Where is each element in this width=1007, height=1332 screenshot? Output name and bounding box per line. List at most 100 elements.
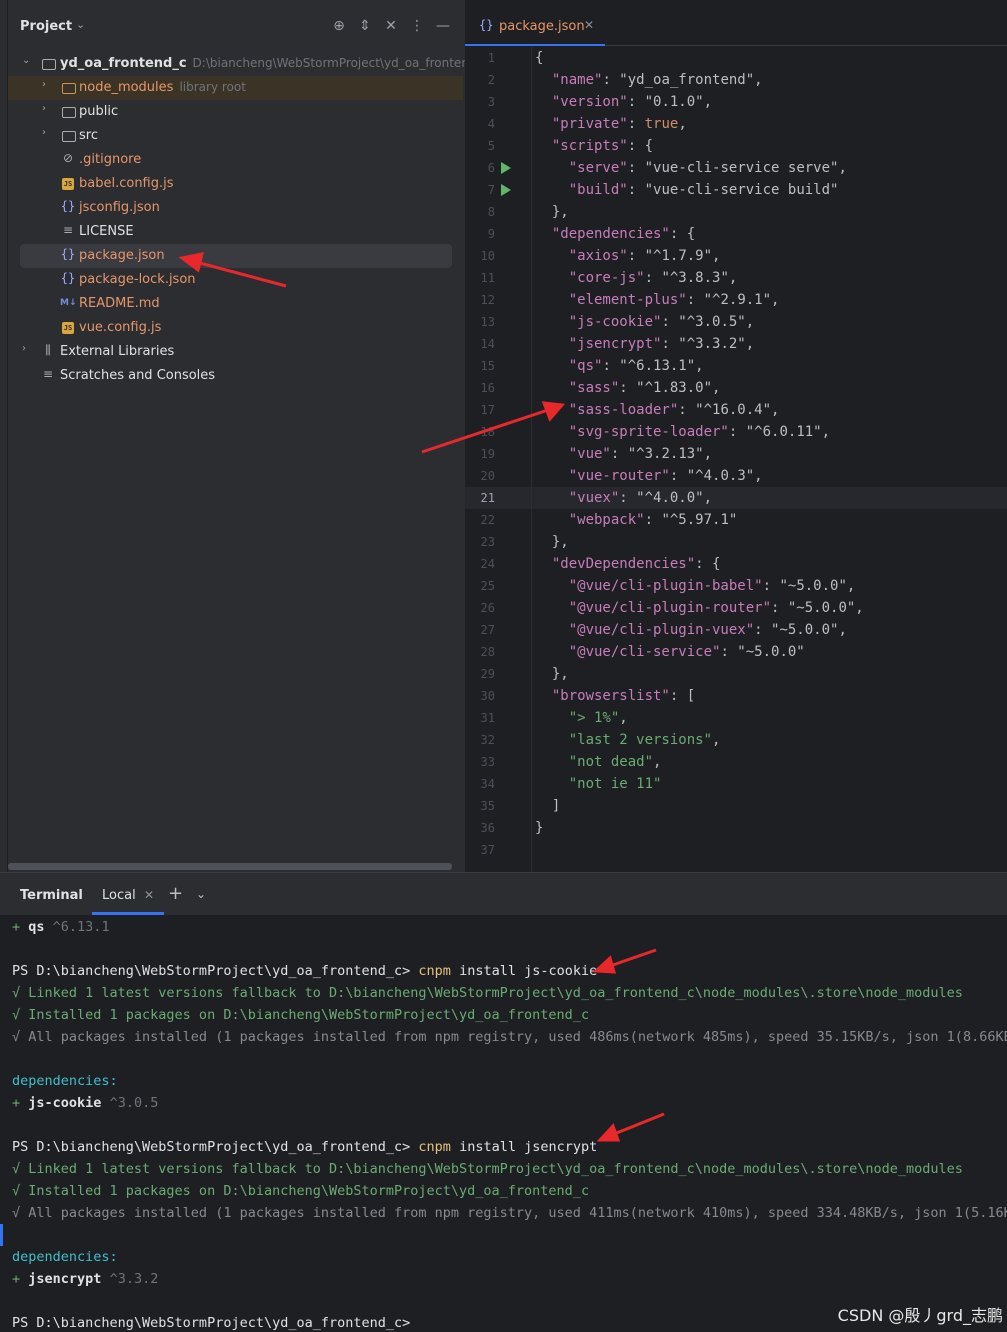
line-number: 22 (480, 513, 495, 527)
tree-item-label: package.json (79, 248, 165, 263)
line-number: 30 (480, 689, 495, 703)
code-line: "sass": "^1.83.0", (568, 380, 721, 396)
run-script-icon[interactable] (501, 162, 511, 174)
chevron-right-icon[interactable]: › (42, 79, 54, 90)
line-number: 27 (480, 623, 495, 637)
tree-item-label: package-lock.json (79, 272, 196, 287)
tree-item-label: .gitignore (79, 152, 142, 167)
line-gutter: 1 2 3 4 5 6 7 8 9 10 11 12 13 14 15 16 17 18 19 20 21 22 23 24 2… (465, 47, 533, 872)
code-line: "> 1%", (568, 710, 628, 726)
terminal-title: Terminal (20, 888, 83, 903)
line-number: 25 (480, 579, 495, 593)
code-line: "@vue/cli-plugin-vuex": "~5.0.0", (568, 622, 847, 638)
line-number: 16 (480, 381, 495, 395)
line-number: 29 (480, 667, 495, 681)
text-file-icon: ≡ (62, 223, 74, 237)
tree-item-label: vue.config.js (79, 320, 162, 335)
code-line: "webpack": "^5.97.1" (568, 512, 738, 528)
line-number: 28 (480, 645, 495, 659)
chevron-down-icon[interactable]: ⌄ (22, 55, 34, 66)
tree-item-readme[interactable]: M↓ README.md (8, 292, 463, 316)
tree-item-label: External Libraries (60, 344, 175, 359)
code-line: "devDependencies": { (551, 556, 721, 572)
folder-icon (62, 83, 76, 94)
code-line: "jsencrypt": "^3.3.2", (568, 336, 755, 352)
tree-item-public[interactable]: › public (8, 100, 463, 124)
code-line: }, (535, 204, 569, 220)
json-file-icon: {} (60, 199, 76, 213)
tree-item-scratches[interactable]: ≡ Scratches and Consoles (8, 364, 463, 388)
terminal-line: dependencies: (12, 1073, 118, 1089)
terminal-prompt-line: PS D:\biancheng\WebStormProject\yd_oa_fr… (12, 963, 598, 979)
folder-icon (62, 107, 76, 118)
line-number: 24 (480, 557, 495, 571)
chevron-down-icon[interactable]: ⌄ (196, 887, 206, 901)
root-folder-name: yd_oa_frontend_c (60, 56, 187, 71)
tree-item-jsconfig[interactable]: {} jsconfig.json (8, 196, 463, 220)
run-script-icon[interactable] (501, 184, 511, 196)
code-line: "qs": "^6.13.1", (568, 358, 704, 374)
code-line: "not ie 11" (568, 776, 662, 792)
line-number: 2 (487, 73, 495, 87)
code-line: "@vue/cli-service": "~5.0.0" (568, 644, 805, 660)
code-line: "serve": "vue-cli-service serve", (568, 160, 847, 176)
terminal-line: √ Installed 1 packages on D:\biancheng\W… (12, 1183, 590, 1199)
line-number: 14 (480, 337, 495, 351)
tree-item-root[interactable]: ⌄ yd_oa_frontend_c D:\biancheng\WebStormP… (8, 52, 465, 76)
code-line: }, (535, 534, 569, 550)
line-number: 33 (480, 755, 495, 769)
json-file-icon: {} (60, 247, 76, 261)
tree-item-gitignore[interactable]: ⊘ .gitignore (8, 148, 463, 172)
project-title[interactable]: Project (20, 19, 72, 34)
locate-icon[interactable]: ⊕ (330, 18, 348, 34)
code-line: "axios": "^1.7.9", (568, 248, 721, 264)
close-icon[interactable]: ✕ (144, 888, 154, 902)
code-line: "vue-router": "^4.0.3", (568, 468, 763, 484)
tab-package-json[interactable]: {} package.json ✕ (465, 10, 605, 46)
chevron-right-icon[interactable]: › (42, 127, 54, 138)
scratches-icon: ≡ (42, 367, 54, 381)
terminal-line: √ Linked 1 latest versions fallback to D… (12, 1161, 963, 1177)
line-number: 8 (487, 205, 495, 219)
line-number: 20 (480, 469, 495, 483)
code-line: "version": "0.1.0", (551, 94, 713, 110)
code-line: "scripts": { (551, 138, 654, 154)
tree-item-license[interactable]: ≡ LICENSE (8, 220, 463, 244)
terminal-prompt-line[interactable]: PS D:\biancheng\WebStormProject\yd_oa_fr… (12, 1312, 410, 1332)
line-number: 6 (487, 161, 495, 175)
line-number: 4 (487, 117, 495, 131)
watermark: CSDN @殷丿grd_志鹏 (837, 1306, 1003, 1325)
minimize-icon[interactable]: — (434, 18, 452, 34)
tree-item-package-json[interactable]: {} package.json (8, 244, 463, 268)
tree-item-vue-config[interactable]: JS vue.config.js (8, 316, 463, 340)
tree-item-external-libraries[interactable]: › ⫼ External Libraries (8, 340, 463, 364)
line-number: 35 (480, 799, 495, 813)
root-folder-path: D:\biancheng\WebStormProject\yd_oa_front… (192, 56, 465, 70)
chevron-right-icon[interactable]: › (42, 103, 54, 114)
expand-all-icon[interactable]: ⇕ (356, 18, 374, 34)
terminal-line: √ All packages installed (1 packages ins… (12, 1029, 1007, 1045)
line-number: 32 (480, 733, 495, 747)
chevron-right-icon[interactable]: › (22, 343, 34, 354)
close-icon[interactable]: ✕ (584, 18, 594, 32)
project-panel: Project ⌄ ⊕ ⇕ ✕ ⋮ — ⌄ yd_oa_frontend_c D:… (0, 0, 465, 872)
terminal-tab-local[interactable]: Local ✕ (92, 873, 164, 915)
tree-item-label: node_modules (79, 80, 174, 95)
horizontal-scrollbar[interactable] (8, 863, 452, 870)
code-line: "core-js": "^3.8.3", (568, 270, 738, 286)
chevron-down-icon[interactable]: ⌄ (76, 18, 85, 31)
code-line: "js-cookie": "^3.0.5", (568, 314, 755, 330)
tree-item-src[interactable]: › src (8, 124, 463, 148)
tree-item-label: src (79, 128, 98, 143)
tree-item-node-modules[interactable]: › node_modules library root (8, 76, 463, 100)
line-number: 31 (480, 711, 495, 725)
more-options-icon[interactable]: ⋮ (408, 18, 426, 34)
new-terminal-icon[interactable]: + (168, 883, 183, 904)
library-icon: ⫼ (45, 343, 51, 357)
code-line: "not dead", (568, 754, 662, 770)
tree-item-package-lock[interactable]: {} package-lock.json (8, 268, 463, 292)
tree-item-babel-config[interactable]: JS babel.config.js (8, 172, 463, 196)
collapse-all-icon[interactable]: ✕ (382, 18, 400, 34)
tree-item-label: Scratches and Consoles (60, 368, 216, 383)
line-number: 26 (480, 601, 495, 615)
